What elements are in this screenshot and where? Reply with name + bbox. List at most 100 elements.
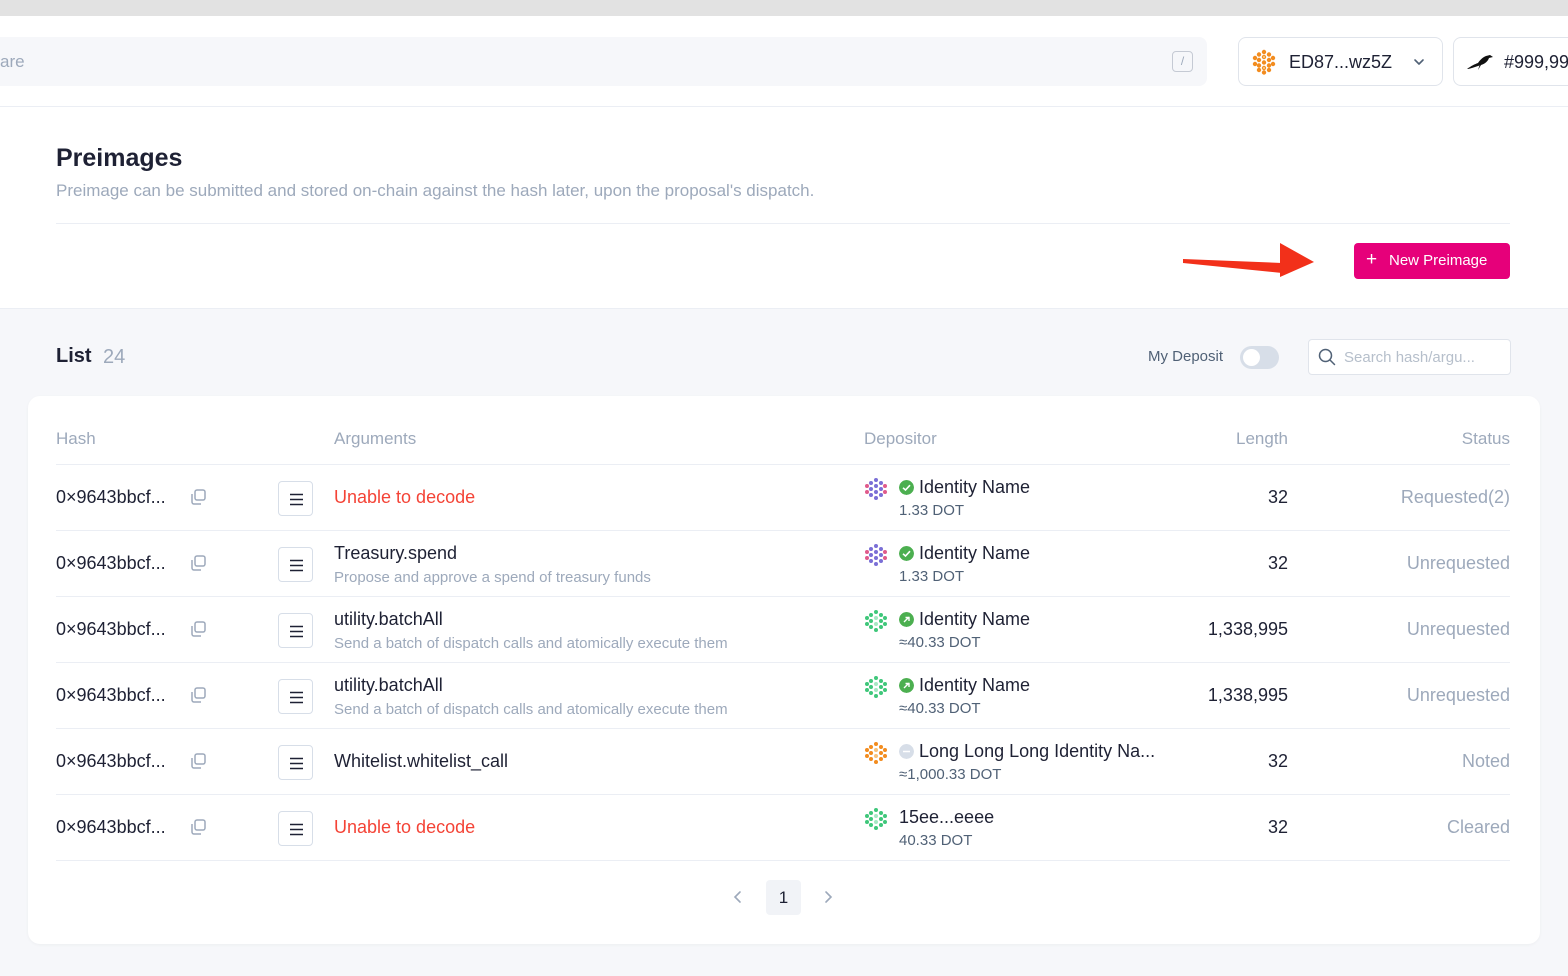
call-detail-button[interactable] bbox=[278, 811, 313, 846]
length-value: 32 bbox=[1267, 817, 1288, 837]
argument-call: Unable to decode bbox=[334, 487, 476, 507]
table-search-input[interactable]: Search hash/argu... bbox=[1308, 339, 1511, 375]
menu-lines-icon bbox=[290, 823, 303, 836]
column-header-hash: Hash bbox=[56, 429, 96, 448]
column-header-arguments: Arguments bbox=[334, 429, 417, 448]
header-divider bbox=[56, 223, 1510, 224]
menu-lines-icon bbox=[290, 691, 303, 704]
depositor-avatar-icon bbox=[865, 610, 887, 632]
copy-icon[interactable] bbox=[189, 620, 207, 638]
depositor-name[interactable]: 15ee...eeee bbox=[899, 807, 994, 828]
network-block-button[interactable]: #999,99 bbox=[1453, 37, 1568, 86]
copy-icon[interactable] bbox=[189, 752, 207, 770]
new-preimage-button[interactable]: + New Preimage bbox=[1354, 243, 1510, 279]
no-identity-icon bbox=[899, 744, 914, 759]
hash-value: 0×9643bbcf... bbox=[56, 817, 166, 837]
new-preimage-label: New Preimage bbox=[1389, 252, 1488, 269]
status-value: Cleared bbox=[1446, 817, 1510, 837]
table-row: 0×9643bbcf... Whitelist.whitelist_call L… bbox=[56, 729, 1510, 795]
account-avatar-icon bbox=[1252, 49, 1276, 75]
top-header: are / ED87...wz5Z #999,99 bbox=[0, 16, 1568, 107]
menu-lines-icon bbox=[290, 559, 303, 572]
chevron-down-icon bbox=[1414, 59, 1424, 65]
argument-call: Unable to decode bbox=[334, 817, 476, 837]
call-detail-button[interactable] bbox=[278, 745, 313, 780]
length-value: 32 bbox=[1267, 487, 1288, 507]
status-value: Unrequested bbox=[1406, 685, 1510, 705]
global-search-input[interactable]: are / bbox=[0, 37, 1207, 86]
hash-value: 0×9643bbcf... bbox=[56, 553, 166, 573]
copy-icon[interactable] bbox=[189, 686, 207, 704]
table-row: 0×9643bbcf... Unable to decode Identity … bbox=[56, 465, 1510, 531]
plus-icon: + bbox=[1366, 249, 1378, 270]
browser-top-bar bbox=[0, 0, 1568, 16]
length-value: 1,338,995 bbox=[1207, 619, 1288, 639]
verified-check-icon bbox=[899, 546, 914, 561]
call-detail-button[interactable] bbox=[278, 547, 313, 582]
depositor-avatar-icon bbox=[865, 544, 887, 566]
block-number: #999,99 bbox=[1504, 52, 1568, 72]
menu-lines-icon bbox=[290, 625, 303, 638]
length-value: 1,338,995 bbox=[1207, 685, 1288, 705]
linked-identity-icon bbox=[899, 678, 914, 693]
copy-icon[interactable] bbox=[189, 488, 207, 506]
linked-identity-icon bbox=[899, 612, 914, 627]
argument-description: Send a batch of dispatch calls and atomi… bbox=[334, 635, 728, 652]
kusama-bird-icon bbox=[1467, 55, 1493, 70]
table-search-placeholder: Search hash/argu... bbox=[1344, 349, 1475, 366]
list-count: 24 bbox=[103, 346, 126, 368]
deposit-amount: 1.33 DOT bbox=[899, 502, 965, 519]
argument-description: Send a batch of dispatch calls and atomi… bbox=[334, 701, 728, 718]
page-subtitle: Preimage can be submitted and stored on-… bbox=[56, 181, 815, 200]
red-arrow-annotation-icon bbox=[1183, 243, 1314, 277]
depositor-name[interactable]: Identity Name bbox=[919, 477, 1030, 498]
table-row: 0×9643bbcf... utility.batchAll Send a ba… bbox=[56, 663, 1510, 729]
verified-check-icon bbox=[899, 480, 914, 495]
account-selector-button[interactable]: ED87...wz5Z bbox=[1238, 37, 1443, 86]
status-value: Noted bbox=[1461, 751, 1510, 771]
argument-call: utility.batchAll bbox=[334, 609, 443, 629]
status-value: Requested(2) bbox=[1400, 487, 1510, 507]
depositor-avatar-icon bbox=[865, 742, 887, 764]
my-deposit-label: My Deposit bbox=[1148, 348, 1224, 365]
depositor-name[interactable]: Identity Name bbox=[919, 543, 1030, 564]
list-title: List bbox=[56, 345, 92, 367]
my-deposit-toggle[interactable] bbox=[1240, 346, 1279, 369]
table-row: 0×9643bbcf... utility.batchAll Send a ba… bbox=[56, 597, 1510, 663]
argument-description: Propose and approve a spend of treasury … bbox=[334, 569, 651, 586]
copy-icon[interactable] bbox=[189, 818, 207, 836]
argument-call: utility.batchAll bbox=[334, 675, 443, 695]
depositor-name[interactable]: Long Long Long Identity Na... bbox=[919, 741, 1155, 762]
depositor-avatar-icon bbox=[865, 478, 887, 500]
column-header-length: Length bbox=[1236, 429, 1288, 448]
chevron-right-icon[interactable] bbox=[820, 889, 836, 905]
argument-call: Treasury.spend bbox=[334, 543, 458, 563]
depositor-name[interactable]: Identity Name bbox=[919, 609, 1030, 630]
depositor-name[interactable]: Identity Name bbox=[919, 675, 1030, 696]
column-header-status: Status bbox=[1461, 429, 1510, 448]
menu-lines-icon bbox=[290, 757, 303, 770]
length-value: 32 bbox=[1267, 553, 1288, 573]
status-value: Unrequested bbox=[1406, 619, 1510, 639]
page-title: Preimages bbox=[56, 144, 183, 172]
account-name: ED87...wz5Z bbox=[1289, 52, 1393, 72]
search-placeholder: are bbox=[0, 52, 25, 71]
deposit-amount: 1.33 DOT bbox=[899, 568, 965, 585]
hash-value: 0×9643bbcf... bbox=[56, 751, 166, 771]
toggle-knob bbox=[1243, 349, 1260, 366]
menu-lines-icon bbox=[290, 493, 303, 506]
hash-value: 0×9643bbcf... bbox=[56, 685, 166, 705]
deposit-amount: 40.33 DOT bbox=[899, 832, 973, 849]
pagination: 1 bbox=[28, 880, 1540, 916]
chevron-left-icon[interactable] bbox=[730, 889, 746, 905]
call-detail-button[interactable] bbox=[278, 481, 313, 516]
column-header-depositor: Depositor bbox=[864, 429, 937, 448]
preimages-table-card: Hash Arguments Depositor Length Status 0… bbox=[28, 396, 1540, 944]
call-detail-button[interactable] bbox=[278, 679, 313, 714]
copy-icon[interactable] bbox=[189, 554, 207, 572]
argument-call: Whitelist.whitelist_call bbox=[334, 751, 509, 771]
table-row: 0×9643bbcf... Treasury.spend Propose and… bbox=[56, 531, 1510, 597]
status-value: Unrequested bbox=[1406, 553, 1510, 573]
page-number-current[interactable]: 1 bbox=[766, 880, 801, 915]
call-detail-button[interactable] bbox=[278, 613, 313, 648]
